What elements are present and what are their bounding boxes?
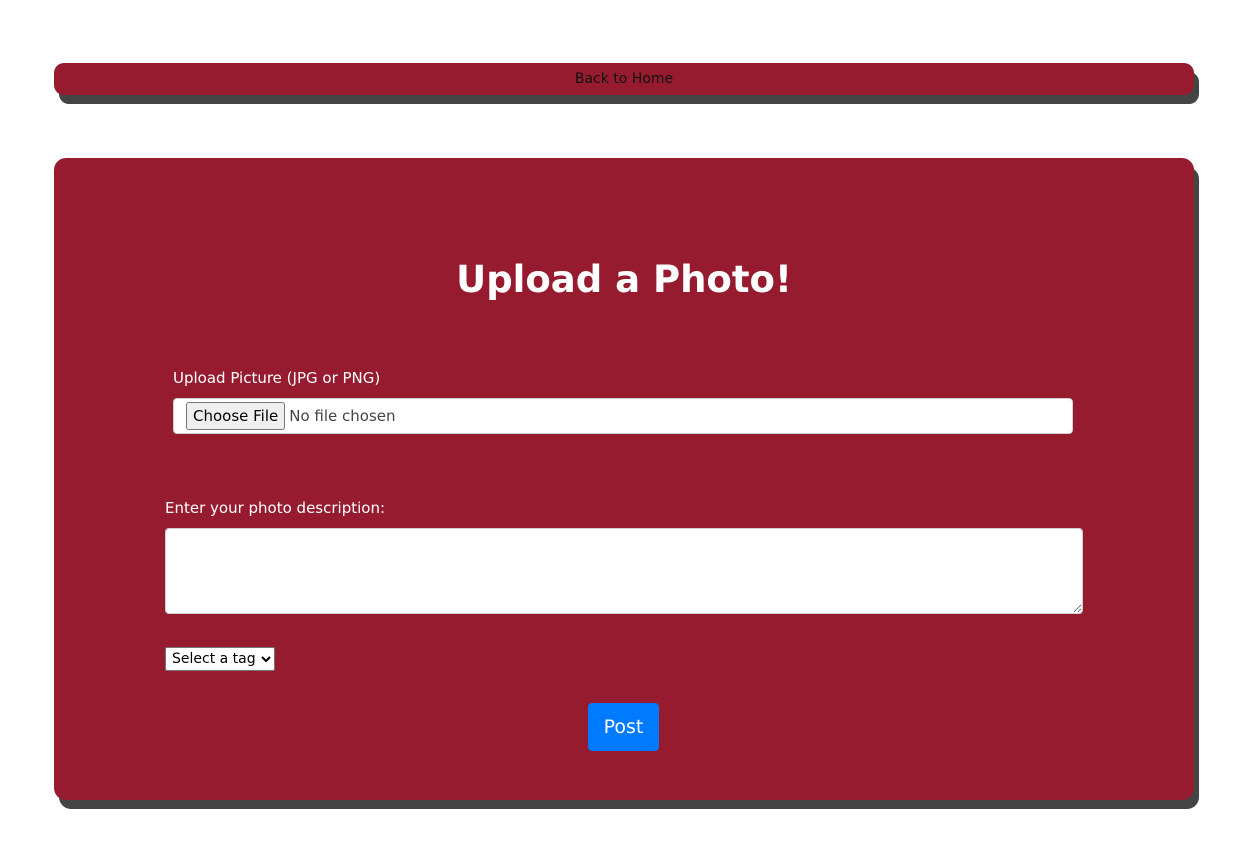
- back-to-home-label: Back to Home: [574, 71, 674, 87]
- description-textarea[interactable]: [165, 528, 1083, 614]
- back-to-home-button[interactable]: Back to Home: [54, 63, 1194, 95]
- page-title: Upload a Photo!: [456, 258, 792, 301]
- upload-picture-label: Upload Picture (JPG or PNG): [173, 369, 381, 387]
- post-button[interactable]: Post: [588, 703, 659, 751]
- tag-select[interactable]: Select a tag: [165, 647, 275, 671]
- description-label: Enter your photo description:: [165, 499, 386, 517]
- file-input[interactable]: Choose File No file chosen: [173, 398, 1073, 434]
- choose-file-button[interactable]: Choose File: [186, 402, 286, 430]
- upload-card: Upload a Photo! Upload Picture (JPG or P…: [54, 158, 1194, 800]
- file-status-text: No file chosen: [289, 407, 396, 425]
